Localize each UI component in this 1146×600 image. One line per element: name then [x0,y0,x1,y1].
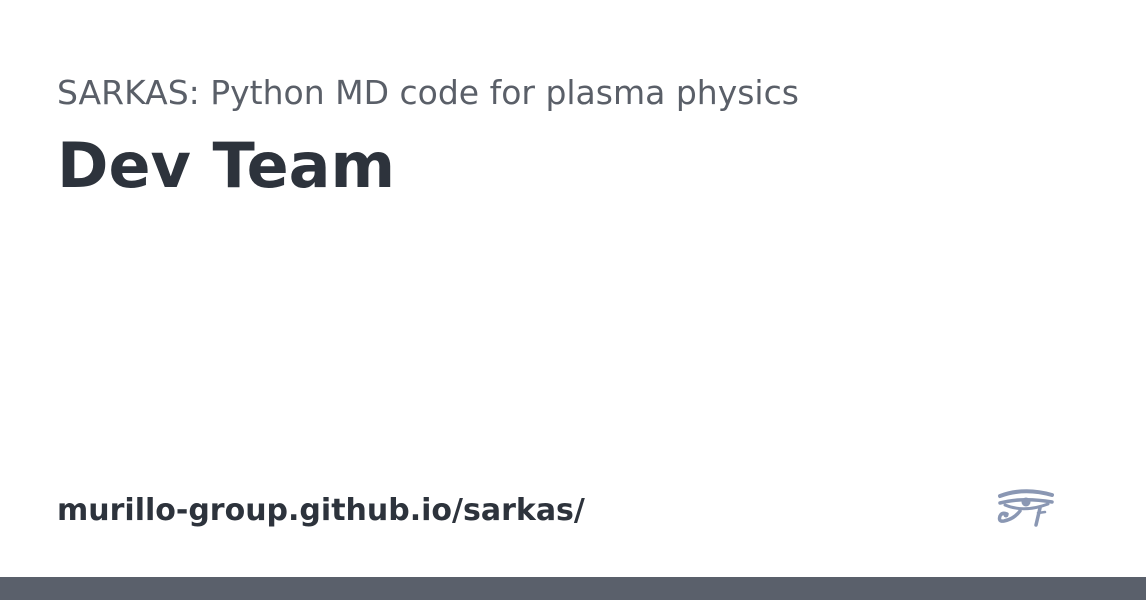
site-url: murillo-group.github.io/sarkas/ [57,493,585,528]
social-card: SARKAS: Python MD code for plasma physic… [0,0,1146,600]
page-title: Dev Team [57,129,396,202]
eye-of-horus-icon [997,489,1054,527]
bottom-bar [0,577,1146,600]
site-title: SARKAS: Python MD code for plasma physic… [57,73,799,112]
